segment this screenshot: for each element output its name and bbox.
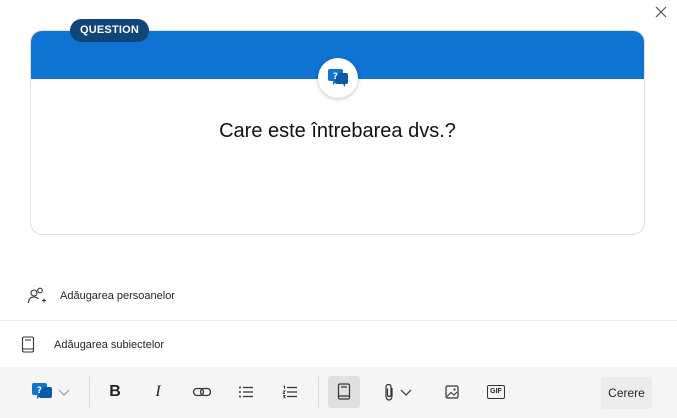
book-icon bbox=[18, 335, 38, 355]
link-icon bbox=[192, 387, 212, 397]
book-icon bbox=[337, 383, 351, 400]
close-button[interactable] bbox=[649, 0, 673, 24]
send-button[interactable]: Cerere bbox=[601, 377, 652, 409]
question-badge: QUESTION bbox=[70, 19, 150, 42]
toolbar-separator bbox=[89, 377, 90, 407]
add-people-icon bbox=[27, 286, 47, 306]
compose-toolbar: ? B I GIF Cerere bbox=[0, 367, 677, 418]
add-topics-label: Adăugarea subiectelor bbox=[54, 339, 165, 351]
italic-button[interactable]: I bbox=[143, 376, 173, 408]
gif-button[interactable]: GIF bbox=[481, 376, 511, 408]
attach-button[interactable] bbox=[377, 376, 419, 408]
chevron-down-icon bbox=[58, 389, 70, 396]
numbered-list-icon bbox=[282, 385, 297, 399]
topic-button[interactable] bbox=[328, 376, 360, 408]
image-icon bbox=[445, 385, 459, 399]
question-bubble-icon: ? bbox=[318, 58, 358, 98]
bold-button[interactable]: B bbox=[100, 376, 130, 408]
post-type-selector[interactable]: ? bbox=[28, 376, 74, 408]
bullet-list-icon bbox=[239, 386, 253, 398]
question-title[interactable]: Care este întrebarea dvs.? bbox=[30, 120, 645, 143]
divider bbox=[0, 320, 677, 321]
svg-text:?: ? bbox=[333, 72, 338, 82]
question-bubble-icon: ? bbox=[32, 383, 52, 399]
close-icon bbox=[655, 6, 667, 18]
svg-text:?: ? bbox=[37, 386, 42, 396]
add-people-row[interactable]: Adăugarea persoanelor bbox=[0, 286, 677, 306]
toolbar-separator bbox=[318, 377, 319, 407]
chevron-down-icon bbox=[400, 389, 412, 396]
numbered-list-button[interactable] bbox=[275, 376, 305, 408]
gif-icon: GIF bbox=[487, 385, 505, 399]
add-topics-row[interactable]: Adăugarea subiectelor bbox=[0, 335, 677, 355]
paperclip-icon bbox=[385, 383, 393, 401]
image-button[interactable] bbox=[437, 376, 467, 408]
add-people-label: Adăugarea persoanelor bbox=[60, 290, 175, 302]
link-button[interactable] bbox=[187, 376, 217, 408]
bullet-list-button[interactable] bbox=[231, 376, 261, 408]
